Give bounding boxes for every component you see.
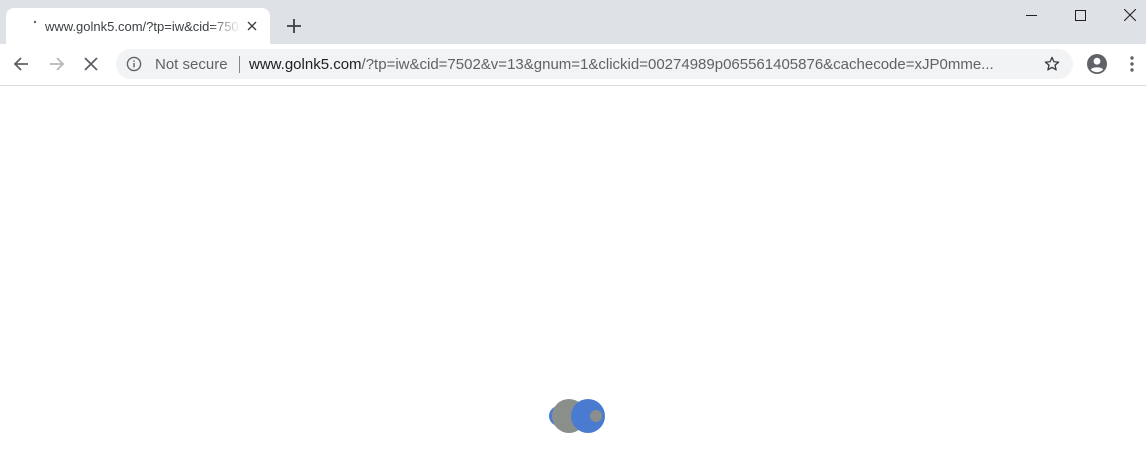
omnibox-divider [239, 56, 240, 73]
minimize-button[interactable] [1008, 0, 1054, 30]
browser-menu-button[interactable] [1120, 52, 1144, 76]
tab-strip: www.golnk5.com/?tp=iw&cid=7502&v=13&gnum… [0, 0, 1146, 44]
page-content [0, 86, 1146, 463]
window-close-button[interactable] [1107, 0, 1146, 30]
forward-button[interactable] [45, 52, 69, 76]
back-arrow-icon [13, 57, 28, 71]
forward-arrow-icon [50, 57, 65, 71]
maximize-button[interactable] [1057, 0, 1103, 30]
minimize-icon [1025, 14, 1037, 16]
stop-button[interactable] [79, 52, 103, 76]
back-button[interactable] [9, 52, 33, 76]
more-vert-icon [1130, 56, 1134, 72]
security-status-label[interactable]: Not secure [155, 56, 228, 73]
star-icon[interactable] [1043, 55, 1061, 73]
account-circle-icon[interactable] [1086, 53, 1108, 75]
new-tab-button[interactable] [282, 14, 306, 38]
browser-toolbar: Not secure www.golnk5.com/?tp=iw&cid=750… [0, 44, 1146, 86]
maximize-icon [1074, 9, 1086, 21]
loading-spinner-icon [549, 399, 605, 433]
plus-icon [287, 19, 301, 33]
active-tab[interactable]: www.golnk5.com/?tp=iw&cid=7502&v=13&gnum… [6, 8, 270, 44]
url-path: /?tp=iw&cid=7502&v=13&gnum=1&clickid=002… [361, 56, 994, 73]
close-icon[interactable] [244, 18, 260, 34]
url-host: www.golnk5.com [249, 56, 362, 73]
info-icon[interactable] [126, 56, 142, 72]
close-icon [1124, 9, 1136, 21]
url-text[interactable]: www.golnk5.com/?tp=iw&cid=7502&v=13&gnum… [249, 56, 1024, 73]
tab-title: www.golnk5.com/?tp=iw&cid=7502&v=13&gnum… [45, 19, 241, 34]
address-bar[interactable]: Not secure www.golnk5.com/?tp=iw&cid=750… [116, 49, 1073, 79]
stop-loading-icon [84, 57, 98, 71]
